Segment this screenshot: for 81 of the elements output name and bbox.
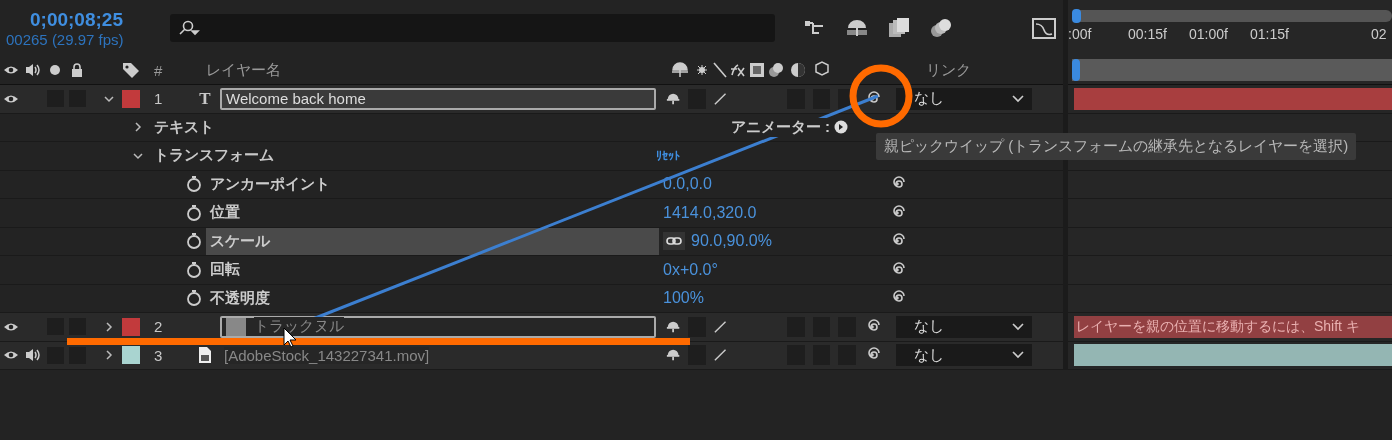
frame-count: 00265 (29.97 fps) xyxy=(6,30,124,48)
time-marker[interactable] xyxy=(1072,59,1080,81)
property-name[interactable]: 不透明度 xyxy=(206,284,659,312)
reset-link[interactable]: ﾘｾｯﾄ xyxy=(656,148,680,163)
speaker-icon[interactable] xyxy=(25,63,41,77)
switch-toggle[interactable] xyxy=(688,316,706,337)
label-swatch[interactable] xyxy=(122,89,140,108)
eye-icon[interactable] xyxy=(3,65,19,75)
ruler-label: 02 xyxy=(1371,26,1387,42)
lock-icon[interactable] xyxy=(71,63,83,77)
shy-icon[interactable] xyxy=(666,319,681,334)
tooltip: 親ピックウイップ (トランスフォームの継承先となるレイヤーを選択) xyxy=(876,133,1357,160)
shy-icon[interactable] xyxy=(666,91,681,106)
chevron-down-icon[interactable] xyxy=(1012,94,1024,103)
constrain-link-icon[interactable] xyxy=(663,232,685,251)
frame-blending-icon[interactable] xyxy=(887,17,911,39)
property-value[interactable]: 100% xyxy=(663,289,704,308)
switch-toggle[interactable] xyxy=(688,345,706,366)
layer-duration-bar[interactable] xyxy=(1074,344,1392,367)
layer-number: 3 xyxy=(154,346,163,364)
eye-icon[interactable] xyxy=(3,321,19,332)
stopwatch-icon[interactable] xyxy=(186,260,202,279)
column-header[interactable]: レイヤー名 xyxy=(206,60,670,80)
property-name[interactable]: スケール xyxy=(206,227,659,255)
animator-label: アニメーター : xyxy=(730,117,830,137)
eye-icon[interactable] xyxy=(3,93,19,104)
stopwatch-icon[interactable] xyxy=(186,289,202,308)
hint-text: レイヤーを親の位置に移動するには、Shift キ xyxy=(1075,317,1360,336)
column-header: リンク xyxy=(926,60,971,80)
quality-switch-icon[interactable] xyxy=(713,348,727,363)
stopwatch-icon[interactable] xyxy=(186,232,202,251)
slider-handle[interactable] xyxy=(1072,9,1081,23)
layer-name-field[interactable]: Welcome back home xyxy=(220,87,656,110)
property-value[interactable]: 0.0,0.0 xyxy=(663,175,712,194)
label-swatch[interactable] xyxy=(122,346,140,365)
property-value[interactable]: 90.0,90.0% xyxy=(691,232,772,251)
ruler-label: 01:00f xyxy=(1189,26,1229,42)
solo-icon[interactable] xyxy=(49,64,61,76)
parent-dropdown[interactable]: なし xyxy=(896,344,1032,367)
eye-icon[interactable] xyxy=(3,350,19,361)
search-field[interactable] xyxy=(170,14,775,42)
shy-icon[interactable] xyxy=(666,348,681,363)
layer-name-field[interactable]: トラックヌル xyxy=(220,315,656,338)
timecode[interactable]: 0;00;08;25 xyxy=(6,8,123,31)
label-tag-icon[interactable] xyxy=(122,61,140,79)
graph-editor-icon[interactable] xyxy=(1031,16,1057,40)
property-value[interactable]: 0x+0.0° xyxy=(663,260,718,279)
speaker-icon[interactable] xyxy=(25,348,41,363)
zoom-slider[interactable] xyxy=(1072,10,1392,22)
highlight-circle xyxy=(849,64,913,128)
column-header: # xyxy=(154,61,164,79)
add-animator-icon[interactable] xyxy=(834,120,848,135)
property-group[interactable]: トランスフォーム xyxy=(154,146,274,166)
file-icon xyxy=(198,346,212,365)
ruler-label: 00:15f xyxy=(1128,26,1168,42)
solid-swatch-icon xyxy=(226,317,246,336)
ruler-label: 01:15f xyxy=(1250,26,1290,42)
label-swatch[interactable] xyxy=(122,317,140,336)
layer-number: 2 xyxy=(154,318,163,336)
stopwatch-icon[interactable] xyxy=(186,175,202,194)
property-name[interactable]: 位置 xyxy=(206,199,659,227)
text-layer-icon: T xyxy=(199,88,211,109)
layer-number: 1 xyxy=(154,90,163,108)
quality-switch-icon[interactable] xyxy=(713,319,727,334)
chevron-down-icon[interactable] xyxy=(1012,351,1024,360)
property-value[interactable]: 1414.0,320.0 xyxy=(663,203,757,222)
parent-dropdown[interactable]: なし xyxy=(896,315,1032,338)
search-icon[interactable] xyxy=(178,20,201,36)
property-name[interactable]: アンカーポイント xyxy=(206,170,659,198)
property-group[interactable]: テキスト xyxy=(154,117,214,137)
layer-name-field[interactable]: [AdobeStock_143227341.mov] xyxy=(220,344,656,367)
property-name[interactable]: 回転 xyxy=(206,256,659,284)
ruler-label: :00f xyxy=(1068,26,1093,42)
lock-toggle[interactable] xyxy=(68,346,86,364)
chevron-down-icon[interactable] xyxy=(1012,322,1024,331)
layer-duration-bar[interactable]: レイヤーを親の位置に移動するには、Shift キ xyxy=(1074,315,1392,338)
stopwatch-icon[interactable] xyxy=(186,203,202,222)
parent-dropdown[interactable]: なし xyxy=(896,87,1032,110)
quality-switch-icon[interactable] xyxy=(713,91,727,106)
motion-blur-icon[interactable] xyxy=(929,17,953,39)
shy-icon[interactable] xyxy=(845,18,869,38)
